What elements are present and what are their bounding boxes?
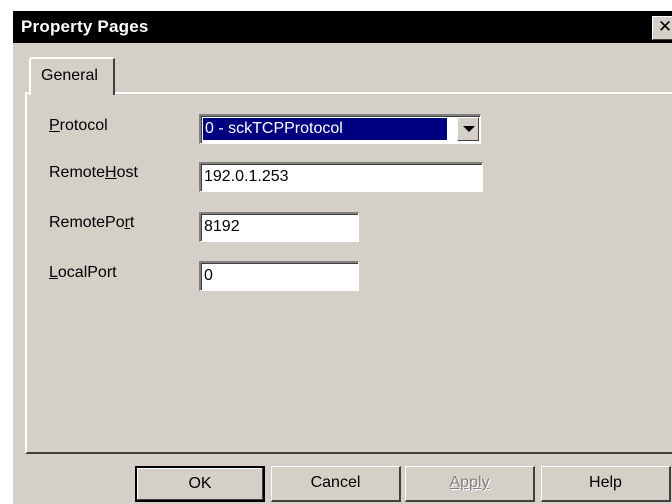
protocol-dropdown[interactable]: 0 - sckTCPProtocol	[199, 114, 481, 144]
title-bar[interactable]: Property Pages ✕	[13, 11, 672, 43]
dropdown-arrow-icon[interactable]	[457, 117, 479, 141]
protocol-selected-value: 0 - sckTCPProtocol	[203, 118, 447, 140]
help-button[interactable]: Help	[541, 466, 671, 502]
tab-general[interactable]: General	[29, 57, 115, 95]
local-port-label: LocalPort	[49, 264, 117, 281]
window-title: Property Pages	[21, 17, 149, 36]
ok-button[interactable]: OK	[135, 466, 265, 502]
tab-general-label: General	[41, 67, 98, 84]
apply-button[interactable]: Apply	[405, 466, 535, 502]
property-pages-dialog: Property Pages ✕ General Protocol 0 - sc…	[12, 10, 672, 504]
remote-host-label: RemoteHost	[49, 164, 138, 181]
remote-host-input[interactable]: 192.0.1.253	[199, 162, 483, 192]
protocol-label: Protocol	[49, 117, 108, 134]
remote-port-label: RemotePort	[49, 214, 135, 231]
local-port-input[interactable]: 0	[199, 261, 359, 291]
close-button[interactable]: ✕	[652, 16, 672, 40]
cancel-button[interactable]: Cancel	[271, 466, 401, 502]
remote-port-input[interactable]: 8192	[199, 212, 359, 242]
